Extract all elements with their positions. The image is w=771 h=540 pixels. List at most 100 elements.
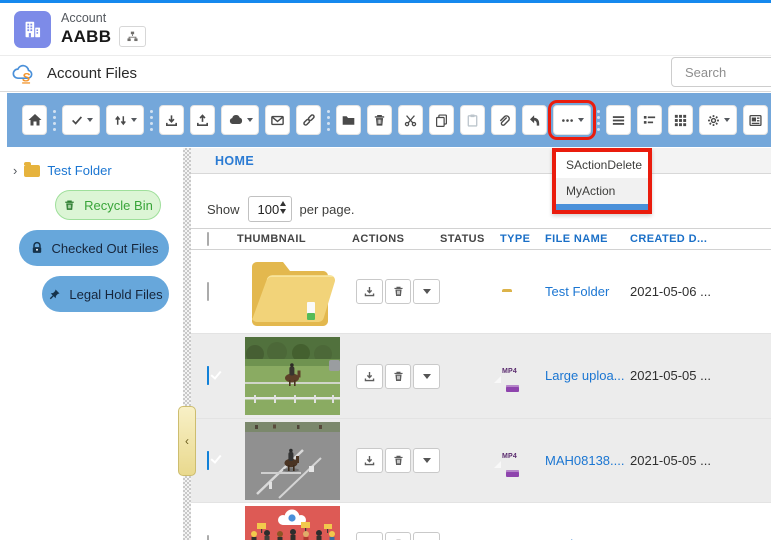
view-hierarchy-button[interactable] [119, 26, 146, 47]
undo-arrow-icon [527, 113, 542, 128]
spinner-down-icon [280, 209, 286, 214]
get-link-button[interactable] [296, 105, 321, 135]
row-delete-button[interactable] [385, 448, 412, 473]
toolbar-separator [150, 107, 153, 133]
row-more-button[interactable] [413, 532, 440, 540]
record-header: Account AABB [0, 3, 771, 55]
trash-icon [392, 454, 405, 467]
trash-icon [392, 285, 405, 298]
grid-view-button[interactable] [668, 105, 693, 135]
row-checkbox[interactable] [207, 535, 209, 540]
created-date: 2021-05-13 ... [630, 537, 711, 540]
menu-highlight-strip [556, 204, 648, 210]
home-button[interactable] [22, 105, 47, 135]
sidebar-splitter[interactable]: ‹ [183, 148, 191, 540]
video-thumbnail[interactable] [245, 422, 340, 500]
check-icon [70, 113, 84, 127]
sidebar-item-test-folder[interactable]: › Test Folder [0, 160, 183, 180]
account-files-app: Account AABB S Account Files [0, 0, 771, 540]
cut-button[interactable] [398, 105, 423, 135]
row-checkbox[interactable] [207, 366, 209, 385]
row-checkbox[interactable] [207, 282, 209, 301]
detail-view-button[interactable] [637, 105, 662, 135]
settings-button[interactable] [699, 105, 737, 135]
upload-icon [195, 113, 210, 128]
per-page-label: per page. [300, 202, 355, 217]
file-name-link[interactable]: MAH08138.... [545, 453, 625, 468]
sort-button[interactable] [106, 105, 144, 135]
row-download-button[interactable] [356, 448, 383, 473]
cloud-upload-button[interactable] [221, 105, 259, 135]
card-icon [748, 113, 763, 128]
column-header-file-name[interactable]: FILE NAME [545, 233, 630, 245]
gear-icon [706, 113, 721, 128]
row-more-button[interactable] [413, 448, 440, 473]
sidebar-recycle-bin-button[interactable]: Recycle Bin [55, 190, 161, 220]
list-view-button[interactable] [606, 105, 631, 135]
collapse-sidebar-handle[interactable]: ‹ [178, 406, 196, 476]
copy-button[interactable] [429, 105, 454, 135]
created-date: 2021-05-06 ... [630, 284, 711, 299]
row-download-button[interactable] [356, 279, 383, 304]
file-name-link[interactable]: Test Folder [545, 284, 609, 299]
row-delete-button[interactable] [385, 364, 412, 389]
search-input[interactable] [671, 57, 771, 87]
row-actions [352, 279, 440, 304]
video-thumbnail[interactable] [245, 337, 340, 415]
main-body: › Test Folder Recycle Bin Checked Out Fi… [0, 148, 771, 540]
created-date: 2021-05-05 ... [630, 453, 711, 468]
download-button[interactable] [159, 105, 184, 135]
checked-out-files-label: Checked Out Files [52, 241, 159, 256]
building-icon [22, 19, 43, 40]
folder-thumbnail[interactable] [245, 254, 337, 330]
row-download-button[interactable] [356, 364, 383, 389]
file-name-link[interactable]: employeeSc... [545, 537, 627, 540]
row-checkbox[interactable] [207, 451, 209, 470]
select-button[interactable] [62, 105, 100, 135]
grid-icon [673, 113, 688, 128]
breadcrumb-home-link[interactable]: HOME [215, 154, 254, 168]
page-size-spinner[interactable] [280, 201, 286, 214]
menu-item-myaction[interactable]: MyAction [556, 178, 648, 204]
table-row: JPG employeeSc... 2021-05-13 ... [191, 503, 771, 540]
row-download-button[interactable] [356, 532, 383, 540]
menu-item-sactiondelete[interactable]: SActionDelete [556, 152, 648, 178]
delete-button[interactable] [367, 105, 392, 135]
page-size-input[interactable]: 100 [248, 196, 292, 222]
column-header-type[interactable]: TYPE [500, 233, 545, 245]
email-button[interactable] [265, 105, 290, 135]
table-row: MP4 Large uploa... 2021-05-05 ... [191, 334, 771, 419]
sidebar-checked-out-files-button[interactable]: Checked Out Files [19, 230, 169, 266]
table-row: MP4 MAH08138.... 2021-05-05 ... [191, 419, 771, 503]
move-button[interactable] [522, 105, 547, 135]
row-more-button[interactable] [413, 364, 440, 389]
column-header-created[interactable]: CREATED D... [630, 233, 771, 245]
row-delete-button[interactable] [385, 279, 412, 304]
download-icon [363, 454, 376, 467]
card-view-button[interactable] [743, 105, 768, 135]
table-header: THUMBNAIL ACTIONS STATUS TYPE FILE NAME … [191, 228, 771, 250]
legal-hold-files-label: Legal Hold Files [69, 287, 162, 302]
row-actions [352, 364, 440, 389]
sidebar-legal-hold-files-button[interactable]: Legal Hold Files [42, 276, 169, 312]
attach-button[interactable] [491, 105, 516, 135]
select-all-checkbox[interactable] [207, 232, 209, 246]
image-thumbnail[interactable] [245, 506, 340, 540]
record-header-text: Account AABB [61, 11, 146, 47]
toolbar-separator [597, 107, 600, 133]
more-actions-button[interactable]: SActionDelete MyAction [553, 105, 591, 135]
cloud-icon [228, 112, 244, 128]
file-name-link[interactable]: Large uploa... [545, 368, 625, 383]
caret-down-icon [131, 118, 137, 122]
download-icon [164, 113, 179, 128]
row-more-button[interactable] [413, 279, 440, 304]
row-delete-button[interactable] [385, 532, 412, 540]
paste-button[interactable] [460, 105, 485, 135]
created-date: 2021-05-05 ... [630, 368, 711, 383]
trash-icon [63, 199, 76, 212]
upload-button[interactable] [190, 105, 215, 135]
new-folder-button[interactable] [336, 105, 361, 135]
download-icon [363, 370, 376, 383]
sort-arrows-icon [113, 113, 128, 128]
caret-down-icon [423, 458, 431, 463]
